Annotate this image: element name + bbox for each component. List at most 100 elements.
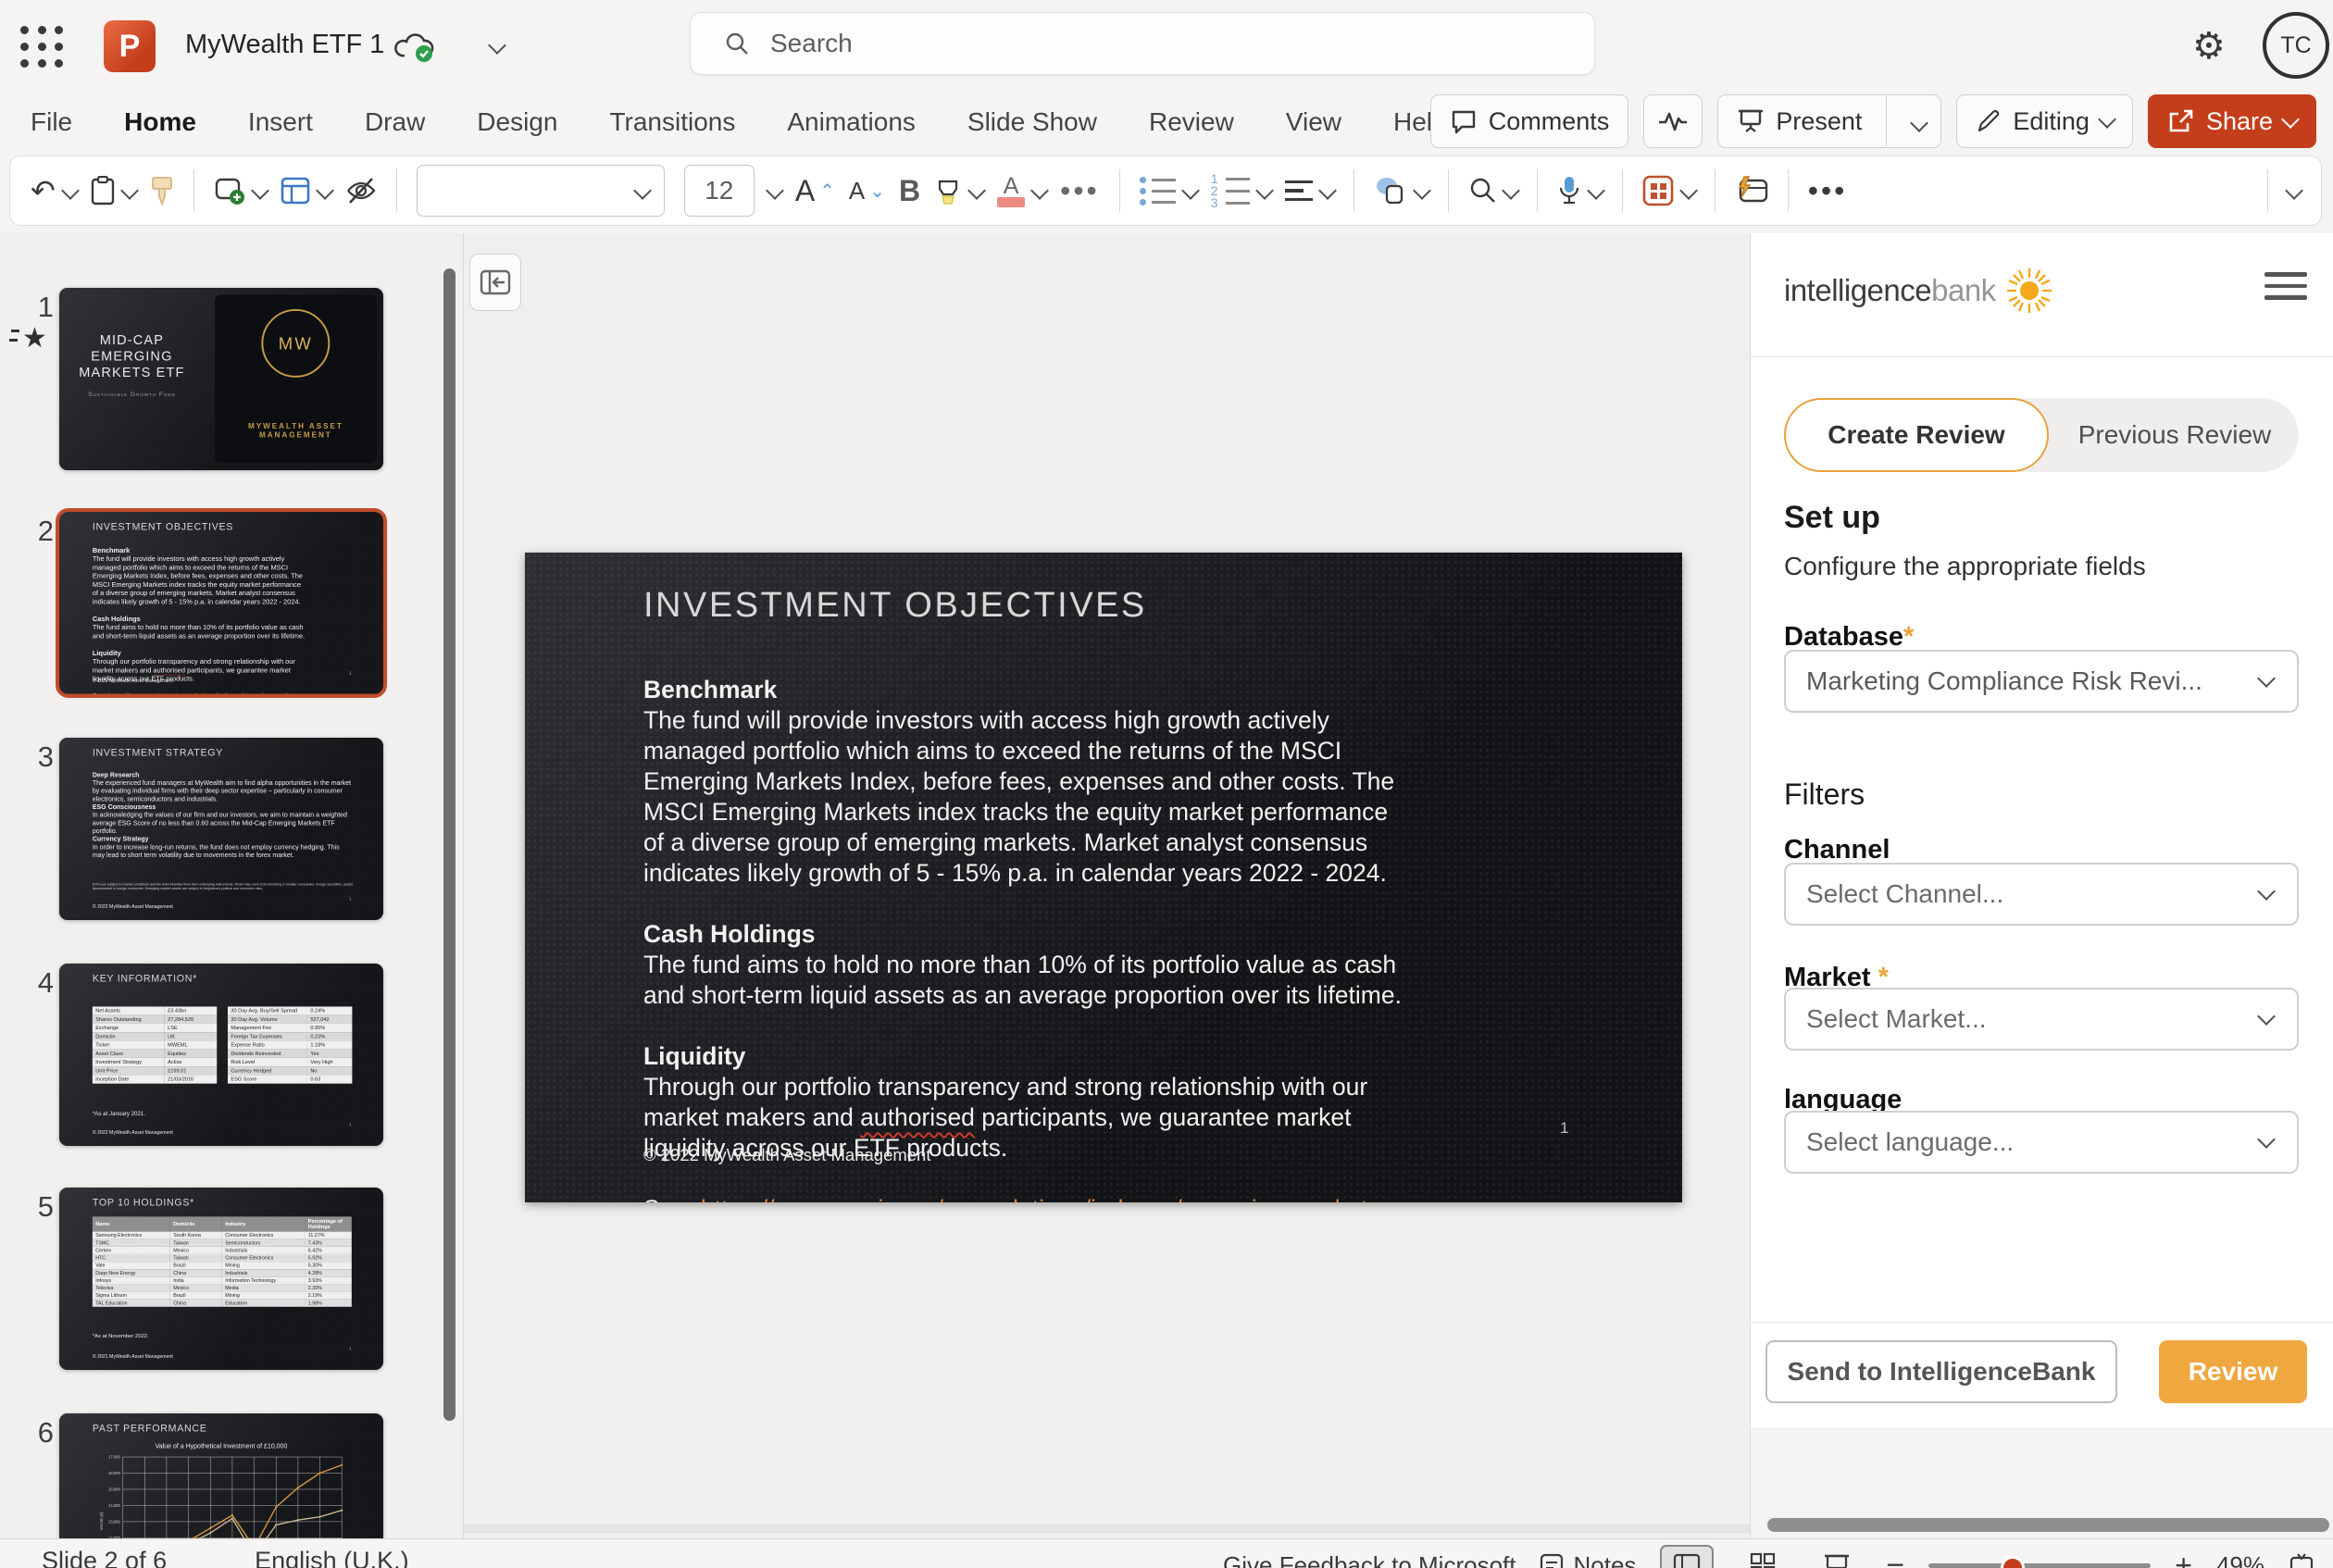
zoom-out-button[interactable]: − bbox=[1886, 1556, 1904, 1568]
quick-actions-button[interactable] bbox=[1735, 175, 1768, 206]
slideshow-view-button[interactable] bbox=[1812, 1547, 1862, 1568]
layout-button[interactable] bbox=[281, 177, 331, 205]
slide-sorter-view-button[interactable] bbox=[1738, 1547, 1788, 1568]
powerpoint-web-app: P MyWealth ETF 1 Search ⚙ TC File Home Ins… bbox=[0, 0, 2333, 1568]
zoom-slider[interactable] bbox=[1928, 1563, 2151, 1568]
normal-view-icon bbox=[1673, 1553, 1701, 1568]
language-select[interactable]: Select language... bbox=[1784, 1111, 2299, 1174]
menu-tab[interactable]: Slide Show bbox=[967, 107, 1097, 137]
align-button[interactable] bbox=[1285, 180, 1334, 202]
menu-tab[interactable]: Home bbox=[124, 107, 196, 137]
avatar[interactable]: TC bbox=[2263, 12, 2329, 79]
eye-slash-icon bbox=[345, 177, 377, 205]
document-title[interactable]: MyWealth ETF 1 bbox=[185, 30, 384, 60]
menu-tab[interactable]: Review bbox=[1149, 107, 1234, 137]
comment-icon bbox=[1450, 107, 1478, 135]
search-input[interactable]: Search bbox=[690, 12, 1595, 75]
menu-tab[interactable]: Insert bbox=[248, 107, 313, 137]
thumbnail-slide-1[interactable]: MID-CAP EMERGING MARKETS ETF Sustainable… bbox=[59, 288, 383, 470]
undo-button[interactable]: ↶ bbox=[31, 175, 77, 206]
zoom-level[interactable]: 49% bbox=[2216, 1551, 2264, 1568]
zoom-slider-thumb[interactable] bbox=[2001, 1556, 2025, 1568]
notes-icon bbox=[1540, 1553, 1564, 1568]
title-dropdown-chevron-icon[interactable] bbox=[491, 39, 504, 56]
taskpane-menu-icon[interactable] bbox=[2264, 272, 2307, 307]
market-select[interactable]: Select Market... bbox=[1784, 988, 2299, 1051]
thumbnail-slide-6[interactable]: PAST PERFORMANCE Value of a Hypothetical… bbox=[59, 1413, 383, 1538]
shapes-button[interactable] bbox=[1374, 175, 1428, 206]
menu-tab[interactable]: View bbox=[1286, 107, 1341, 137]
channel-select[interactable]: Select Channel... bbox=[1784, 863, 2299, 926]
dictate-button[interactable] bbox=[1557, 175, 1603, 206]
magnifier-icon bbox=[1468, 177, 1496, 205]
shrink-font-button[interactable]: A⌄ bbox=[849, 175, 885, 206]
font-color-chevron-icon bbox=[1030, 181, 1049, 200]
msci-link[interactable]: https://www.msci.com/our-solutions/index… bbox=[701, 1195, 1379, 1202]
thumbnail-slide-4[interactable]: KEY INFORMATION* Net Assets£3.43bnShares… bbox=[59, 964, 383, 1146]
tab-create-review[interactable]: Create Review bbox=[1784, 398, 2049, 472]
new-slide-button[interactable] bbox=[214, 175, 267, 206]
designer-button[interactable] bbox=[1642, 175, 1695, 206]
slide-title[interactable]: INVESTMENT OBJECTIVES bbox=[643, 586, 1147, 626]
thumbnail-slide-5[interactable]: TOP 10 HOLDINGS* Name Domicile Industry … bbox=[59, 1188, 383, 1370]
hide-slide-button[interactable] bbox=[345, 177, 377, 205]
thumbnail-scrollbar[interactable] bbox=[443, 268, 455, 1421]
menu-tab[interactable]: Animations bbox=[787, 107, 916, 137]
send-to-intelligencebank-button[interactable]: Send to IntelligenceBank bbox=[1765, 1340, 2117, 1403]
slide-1-title: MID-CAP EMERGING MARKETS ETF bbox=[78, 332, 187, 380]
database-select[interactable]: Marketing Compliance Risk Revi... bbox=[1784, 650, 2299, 713]
find-button[interactable] bbox=[1468, 177, 1517, 205]
thumbnail-slide-3[interactable]: INVESTMENT STRATEGY Deep ResearchThe exp… bbox=[59, 738, 383, 920]
tab-previous-review[interactable]: Previous Review bbox=[2051, 398, 2299, 472]
menu-tab[interactable]: Transitions bbox=[609, 107, 735, 137]
comments-button[interactable]: Comments bbox=[1430, 94, 1629, 148]
bold-button[interactable]: B bbox=[899, 175, 920, 206]
settings-gear-icon[interactable]: ⚙ bbox=[2192, 26, 2226, 67]
holdings-row: TAL EducationChinaEducation1.98% bbox=[93, 1300, 352, 1307]
canvas-horizontal-scrollbar[interactable] bbox=[464, 1524, 1750, 1533]
font-color-button[interactable]: A bbox=[997, 175, 1046, 207]
bullet-list-button[interactable] bbox=[1140, 177, 1197, 205]
slide-count-status[interactable]: Slide 2 of 6 bbox=[42, 1547, 167, 1568]
notes-toggle[interactable]: Notes bbox=[1540, 1551, 1636, 1568]
numbered-list-button[interactable]: 123 bbox=[1211, 175, 1271, 206]
thumbnail-slide-2-selected[interactable]: INVESTMENT OBJECTIVES Benchmark The fund… bbox=[59, 512, 383, 694]
font-size-input[interactable]: 12 bbox=[684, 165, 755, 217]
feedback-link[interactable]: Give Feedback to Microsoft bbox=[1223, 1551, 1516, 1568]
paste-button[interactable] bbox=[91, 176, 136, 205]
editing-label: Editing bbox=[2013, 107, 2090, 136]
svg-text:13,000: 13,000 bbox=[108, 1519, 120, 1524]
editing-mode-button[interactable]: Editing bbox=[1956, 94, 2133, 148]
review-button[interactable]: Review bbox=[2159, 1340, 2307, 1403]
language-status[interactable]: English (U.K.) bbox=[255, 1547, 409, 1568]
menu-tab[interactable]: File bbox=[31, 107, 72, 137]
filters-heading: Filters bbox=[1784, 778, 1865, 812]
more-commands-button[interactable]: ••• bbox=[1808, 175, 1848, 206]
slide-1-subtitle: Sustainable Growth Fund bbox=[78, 391, 187, 398]
font-size-chevron-icon[interactable] bbox=[768, 184, 781, 197]
present-button[interactable]: Present bbox=[1717, 94, 1941, 148]
powerpoint-logo-icon[interactable]: P bbox=[104, 20, 156, 72]
fit-to-window-icon[interactable] bbox=[2289, 1552, 2314, 1568]
app-launcher-icon[interactable] bbox=[20, 26, 65, 68]
font-name-select[interactable] bbox=[417, 165, 665, 217]
grow-font-button[interactable]: A⌃ bbox=[795, 175, 835, 206]
zoom-in-button[interactable]: + bbox=[2175, 1556, 2192, 1568]
menu-tab[interactable]: Design bbox=[477, 107, 557, 137]
current-slide[interactable]: INVESTMENT OBJECTIVES Benchmark The fund… bbox=[525, 553, 1682, 1202]
taskpane-horizontal-scrollbar[interactable] bbox=[1767, 1518, 2329, 1532]
collapse-ribbon-chevron-icon[interactable] bbox=[2288, 184, 2301, 197]
normal-view-button[interactable] bbox=[1660, 1545, 1714, 1568]
editing-canvas: INVESTMENT OBJECTIVES Benchmark The fund… bbox=[463, 233, 1750, 1538]
highlight-color-button[interactable] bbox=[934, 176, 983, 205]
slide-body-textbox[interactable]: Benchmark The fund will provide investor… bbox=[643, 675, 1406, 1202]
collapse-thumbnails-button[interactable] bbox=[469, 254, 521, 311]
present-dropdown-chevron-icon[interactable] bbox=[1898, 107, 1940, 136]
format-painter-button[interactable] bbox=[150, 176, 174, 205]
see-line: See: https://www.msci.com/our-solutions/… bbox=[643, 1194, 1406, 1202]
share-button[interactable]: Share bbox=[2148, 94, 2316, 148]
catchup-activity-button[interactable] bbox=[1643, 94, 1703, 148]
menu-tab[interactable]: Draw bbox=[365, 107, 425, 137]
more-font-options-button[interactable]: ••• bbox=[1060, 175, 1100, 206]
liquidity-heading: Liquidity bbox=[643, 1041, 1406, 1072]
